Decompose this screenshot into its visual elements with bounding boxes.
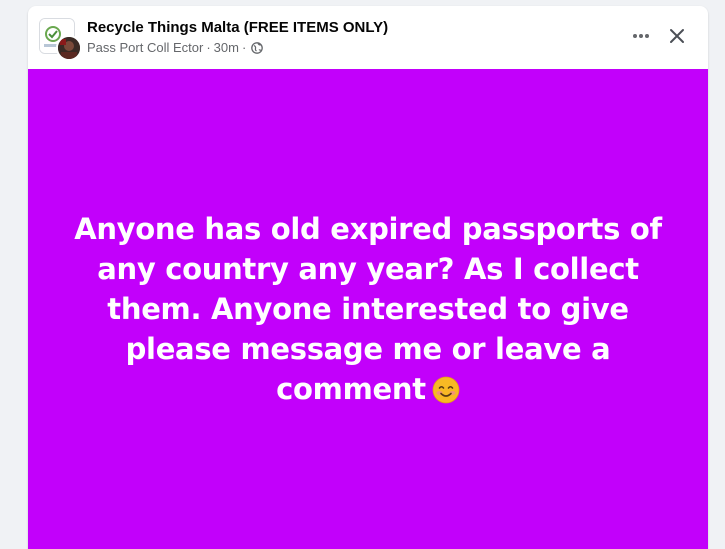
close-icon[interactable] <box>661 20 693 52</box>
globe-icon[interactable] <box>251 41 264 54</box>
post-header: Recycle Things Malta (FREE ITEMS ONLY) P… <box>28 6 708 68</box>
meta-separator: · <box>241 40 247 55</box>
post-background-text[interactable]: Anyone has old expired passports of any … <box>28 69 708 549</box>
avatar-group[interactable] <box>39 18 82 61</box>
user-avatar[interactable] <box>56 35 82 61</box>
post-body-text: Anyone has old expired passports of any … <box>74 212 662 406</box>
post-meta: Pass Port Coll Ector · 30m · <box>87 40 264 55</box>
author-name-link[interactable]: Pass Port Coll Ector <box>87 40 203 55</box>
group-name-link[interactable]: Recycle Things Malta (FREE ITEMS ONLY) <box>87 19 388 36</box>
smiling-face-emoji-icon <box>432 374 460 404</box>
meta-separator: · <box>206 40 211 55</box>
more-options-icon[interactable] <box>625 20 657 52</box>
post-time-link[interactable]: 30m <box>214 40 239 55</box>
post-card: Recycle Things Malta (FREE ITEMS ONLY) P… <box>28 6 708 549</box>
post-text: Anyone has old expired passports of any … <box>58 209 678 409</box>
